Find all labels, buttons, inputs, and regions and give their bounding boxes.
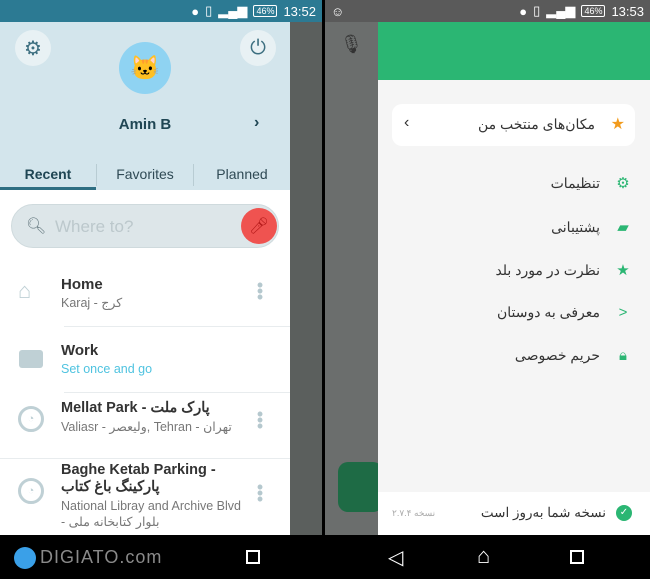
clock-icon: ◔ <box>18 406 44 432</box>
more-options-icon[interactable]: • • • <box>255 478 265 508</box>
drawer-header <box>378 22 650 80</box>
star-icon: ★ <box>610 116 625 133</box>
nav-bar-left: DIGIATO.com <box>0 535 325 579</box>
settings-button[interactable]: ⚙ <box>15 30 51 66</box>
signal-icon: ▂▄▆ <box>546 3 576 18</box>
more-options-icon[interactable]: • • • <box>255 276 265 306</box>
list-item[interactable]: Work Set once and go <box>0 328 290 392</box>
share-icon: < <box>618 304 628 321</box>
recents-button[interactable] <box>570 550 584 564</box>
search-icon: 🔍︎ <box>26 218 47 235</box>
item-subtitle: Karaj - کرج <box>61 296 123 310</box>
version-footer: ✓ نسخه شما به‌روز است نسخه ۲.۷.۴ <box>378 492 650 535</box>
microphone-icon: 🎤︎ <box>248 218 270 235</box>
watermark: DIGIATO.com <box>40 547 163 567</box>
tab-indicator <box>0 187 96 190</box>
item-subtitle: Valiasr - ولیعصر, Tehran - تهران <box>61 420 232 434</box>
check-icon: ✓ <box>616 505 632 521</box>
search-input[interactable]: 🔍︎ Where to? 🎤︎ <box>11 204 279 248</box>
map-background[interactable] <box>290 22 322 535</box>
tab-divider <box>96 164 97 186</box>
menu-item-support[interactable]: ▰ پشتیبانی <box>551 218 632 237</box>
favorites-button[interactable]: ‹ مکان‌های منتخب من ★ <box>392 104 635 146</box>
menu-label: تنظیمات <box>550 174 600 191</box>
chat-icon: ▰ <box>617 219 629 236</box>
clock: 13:52 <box>283 3 316 19</box>
tab-planned[interactable]: Planned <box>194 166 290 182</box>
clock: 13:53 <box>611 3 644 19</box>
home-button[interactable]: ⌂ <box>477 543 490 569</box>
item-title: Home <box>61 276 103 293</box>
favorites-label: مکان‌های منتخب من <box>477 116 595 132</box>
power-button[interactable]: ⏻ <box>240 30 276 66</box>
list-item[interactable]: ◔ Baghe Ketab Parking - پارکینگ باغ کتاب… <box>0 460 290 535</box>
more-options-icon[interactable]: • • • <box>255 405 265 435</box>
waze-menu-screen: ⚙ ⏻ 🐱 Amin B › Recent Favorites Planned … <box>0 22 322 535</box>
battery-indicator: 46% <box>581 5 606 17</box>
briefcase-icon <box>19 350 43 368</box>
nav-bar-right: ◁ ⌂ <box>325 535 650 579</box>
microphone-icon[interactable]: 🎙︎ <box>340 34 363 55</box>
item-title: Baghe Ketab Parking - پارکینگ باغ کتاب <box>61 462 216 495</box>
back-button[interactable]: ◁ <box>388 545 403 570</box>
profile-header: ⚙ ⏻ 🐱 Amin B › Recent Favorites Planned <box>0 22 290 190</box>
menu-label: نظرت در مورد بلد <box>495 261 600 278</box>
location-icon: ● <box>519 3 528 19</box>
tab-favorites[interactable]: Favorites <box>97 166 193 182</box>
version-label: نسخه ۲.۷.۴ <box>392 508 436 518</box>
location-icon: ● <box>191 3 200 19</box>
item-title: Mellat Park - پارک ملت <box>61 400 210 416</box>
lock-icon: 🔒︎ <box>619 347 627 364</box>
microphone-button[interactable]: 🎤︎ <box>241 208 277 244</box>
watermark-logo <box>14 547 36 569</box>
update-status: نسخه شما به‌روز است <box>480 505 606 520</box>
menu-item-share[interactable]: < معرفی به دوستان <box>497 304 632 321</box>
clock-icon: ◔ <box>18 478 44 504</box>
waze-notification-icon: ☺ <box>331 3 345 19</box>
home-icon: ⌂ <box>18 278 32 303</box>
list-item[interactable]: ◔ Mellat Park - پارک ملت Valiasr - ولیعص… <box>0 394 290 456</box>
vibrate-icon: ▯ <box>533 3 541 18</box>
gear-icon: ⚙ <box>616 175 630 192</box>
vibrate-icon: ▯ <box>205 3 213 18</box>
chevron-right-icon[interactable]: › <box>254 114 259 132</box>
gear-icon: ⚙ <box>24 37 42 60</box>
menu-label: حریم خصوصی <box>514 347 600 363</box>
menu-item-privacy[interactable]: 🔒︎ حریم خصوصی <box>515 347 632 364</box>
profile-name[interactable]: Amin B <box>0 116 290 133</box>
item-subtitle[interactable]: Set once and go <box>61 362 152 376</box>
avatar[interactable]: 🐱 <box>119 42 171 94</box>
item-title: Work <box>61 342 99 359</box>
menu-label: پشتیبانی <box>551 218 600 235</box>
power-icon: ⏻ <box>250 36 266 59</box>
battery-indicator: 46% <box>253 5 278 17</box>
recents-button[interactable] <box>246 550 260 564</box>
search-placeholder: Where to? <box>55 217 134 236</box>
tab-divider <box>193 164 194 186</box>
balad-screen: 🎙︎ ‹ مکان‌های منتخب من ★ ⚙ تنظیمات ▰ پشتیب… <box>325 22 650 535</box>
item-subtitle: National Libray and Archive Blvd - بلوار… <box>61 499 241 529</box>
menu-item-settings[interactable]: ⚙ تنظیمات <box>550 174 632 193</box>
signal-icon: ▂▄▆ <box>218 3 248 18</box>
menu-item-feedback[interactable]: ★ نظرت در مورد بلد <box>495 261 632 280</box>
status-bar-left: ● ▯ ▂▄▆ 46% 13:52 <box>0 0 322 22</box>
chevron-left-icon: ‹ <box>404 114 410 131</box>
side-drawer: ‹ مکان‌های منتخب من ★ ⚙ تنظیمات ▰ پشتیبانی… <box>378 22 650 535</box>
menu-label: معرفی به دوستان <box>496 304 600 320</box>
map-button[interactable] <box>338 462 383 512</box>
star-icon: ★ <box>616 262 630 279</box>
list-item[interactable]: ⌂ Home Karaj - کرج • • • <box>0 262 290 326</box>
tab-recent[interactable]: Recent <box>0 166 96 182</box>
status-bar-right: ☺ ● ▯ ▂▄▆ 46% 13:53 <box>325 0 650 22</box>
